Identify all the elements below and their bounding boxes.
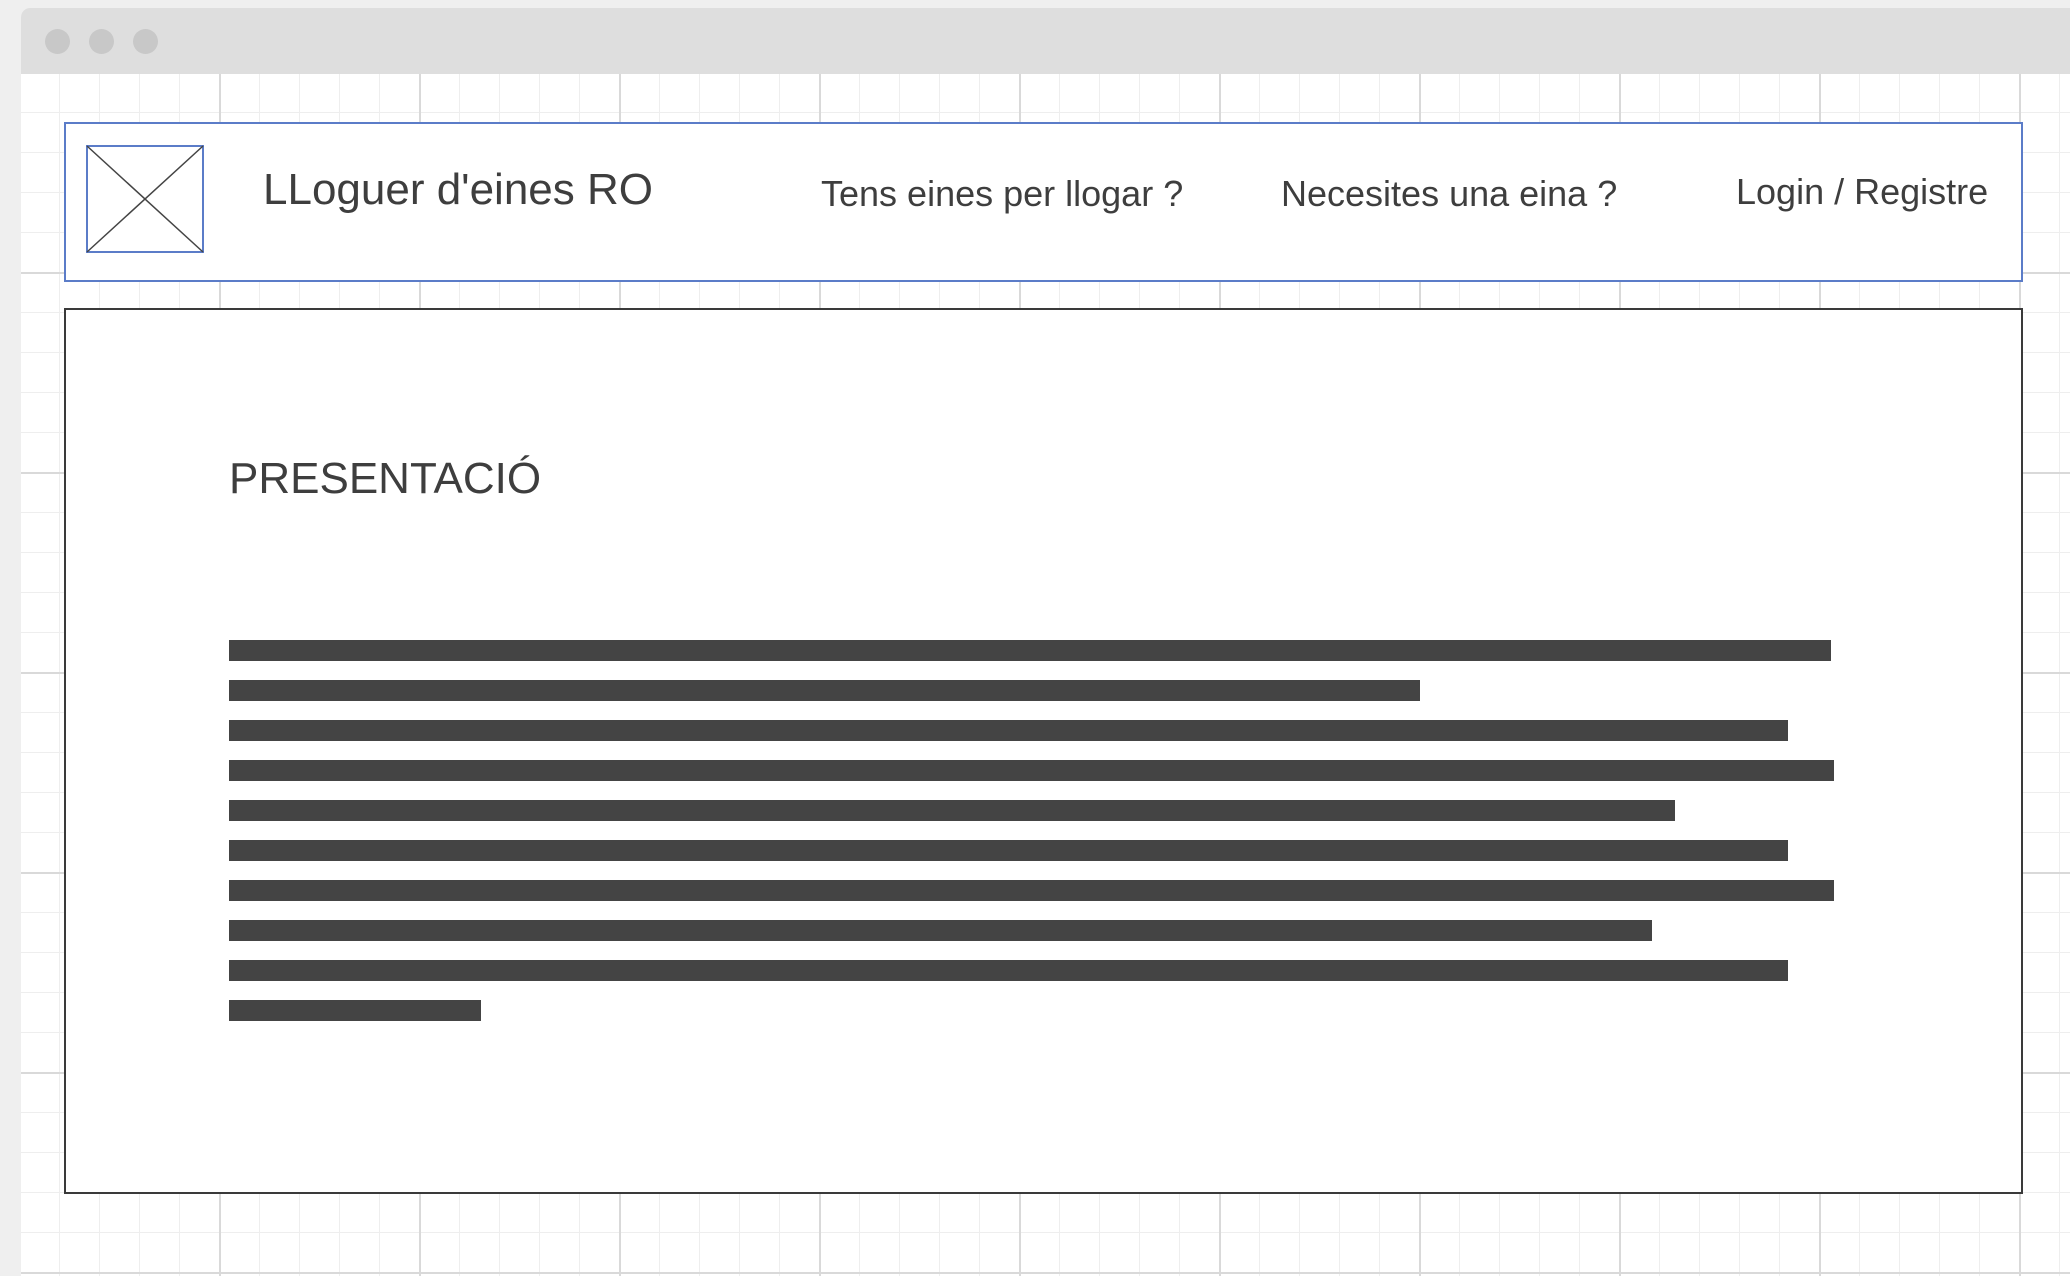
wireframe-canvas: LLoguer d'eines RO Tens eines per llogar… [21,74,2070,1276]
site-header: LLoguer d'eines RO Tens eines per llogar… [64,122,2023,282]
logo-placeholder-icon[interactable] [86,145,204,253]
site-title: LLoguer d'eines RO [263,165,653,214]
browser-window: LLoguer d'eines RO Tens eines per llogar… [21,8,2070,1276]
window-minimize-dot[interactable] [89,29,114,54]
text-line-placeholder [229,800,1675,821]
window-close-dot[interactable] [45,29,70,54]
text-line-placeholder [229,680,1420,701]
text-line-placeholder [229,720,1788,741]
window-titlebar [21,8,2070,74]
text-line-placeholder [229,880,1834,901]
text-line-placeholder [229,640,1831,661]
text-line-placeholder [229,760,1834,781]
text-line-placeholder [229,1000,481,1021]
nav-link-login-register[interactable]: Login / Registre [1736,174,1988,210]
text-line-placeholder [229,960,1788,981]
text-line-placeholder [229,920,1652,941]
window-maximize-dot[interactable] [133,29,158,54]
text-line-placeholder [229,840,1788,861]
nav-link-rent-out-tools[interactable]: Tens eines per llogar ? [821,176,1183,212]
nav-link-need-tool[interactable]: Necesites una eina ? [1281,176,1617,212]
presentation-section: PRESENTACIÓ [64,308,2023,1194]
section-title: PRESENTACIÓ [229,454,542,503]
